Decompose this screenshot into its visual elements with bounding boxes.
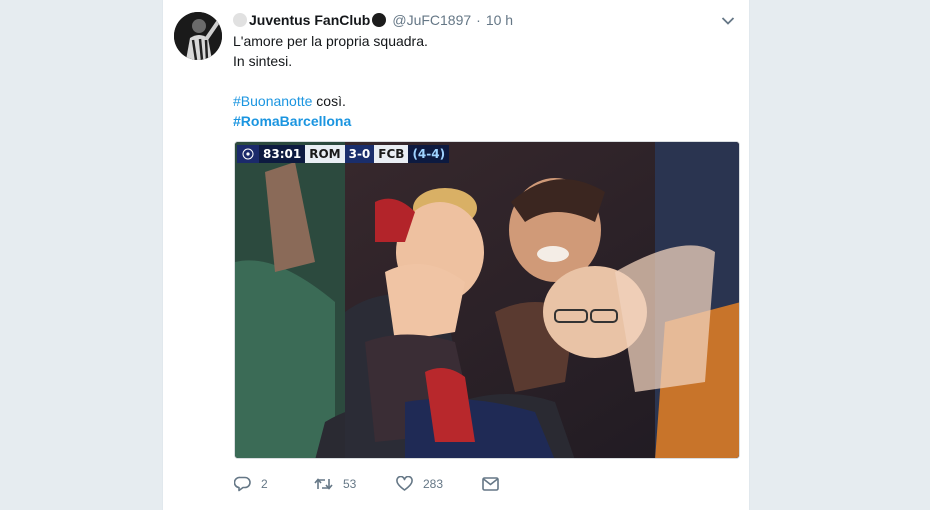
user-handle[interactable]: @JuFC1897 (392, 12, 471, 28)
tweet-text: L'amore per la propria squadra. In sinte… (233, 31, 733, 131)
tweet-timestamp[interactable]: 10 h (486, 12, 513, 28)
scorebug-clock: 83:01 (259, 145, 306, 163)
ucl-logo-icon (237, 145, 259, 163)
scorebug-aggregate: (4-4) (408, 145, 450, 163)
tweet-line-2: In sintesi. (233, 53, 293, 69)
scorebug-away-team: FCB (374, 145, 409, 163)
black-circle-emoji (372, 13, 387, 27)
tweet-line-1: L'amore per la propria squadra. (233, 33, 428, 49)
tweet-header: Juventus FanClub @JuFC1897 · 10 h (233, 9, 733, 31)
tweet-line-4: #RomaBarcellona (233, 111, 733, 131)
tweet-media-image[interactable]: 83:01 ROM 3-0 FCB (4-4) (234, 141, 740, 459)
reply-button[interactable]: 2 (234, 476, 314, 492)
tweet-line-3-text: così. (312, 93, 346, 109)
scorebug-score: 3-0 (344, 145, 375, 163)
reply-icon (234, 476, 251, 492)
direct-message-button[interactable] (482, 477, 499, 491)
scorebug: 83:01 ROM 3-0 FCB (4-4) (237, 145, 450, 163)
like-button[interactable]: 283 (396, 476, 482, 492)
hashtag-buonanotte[interactable]: #Buonanotte (233, 93, 312, 109)
tweet-line-3: #Buonanotte così. (233, 91, 733, 111)
heart-icon (396, 476, 413, 491)
retweet-icon (314, 478, 333, 490)
tweet-actions: 2 53 283 (234, 472, 534, 496)
hashtag-romabarcellona[interactable]: #RomaBarcellona (233, 113, 351, 129)
reply-count: 2 (261, 477, 268, 491)
retweet-count: 53 (343, 477, 357, 491)
white-circle-emoji (233, 13, 247, 27)
header-separator: · (476, 12, 481, 28)
avatar-photo (174, 12, 222, 60)
like-count: 283 (423, 477, 444, 491)
tweet-card: Juventus FanClub @JuFC1897 · 10 h L'amor… (162, 0, 750, 510)
scorebug-home-team: ROM (305, 145, 345, 163)
message-icon (482, 477, 499, 491)
display-name[interactable]: Juventus FanClub (249, 12, 370, 28)
retweet-button[interactable]: 53 (314, 476, 396, 492)
avatar[interactable] (174, 12, 222, 60)
more-options-button[interactable] (719, 12, 737, 30)
chevron-down-icon (721, 17, 735, 25)
photo-celebrating-kids (235, 142, 739, 458)
